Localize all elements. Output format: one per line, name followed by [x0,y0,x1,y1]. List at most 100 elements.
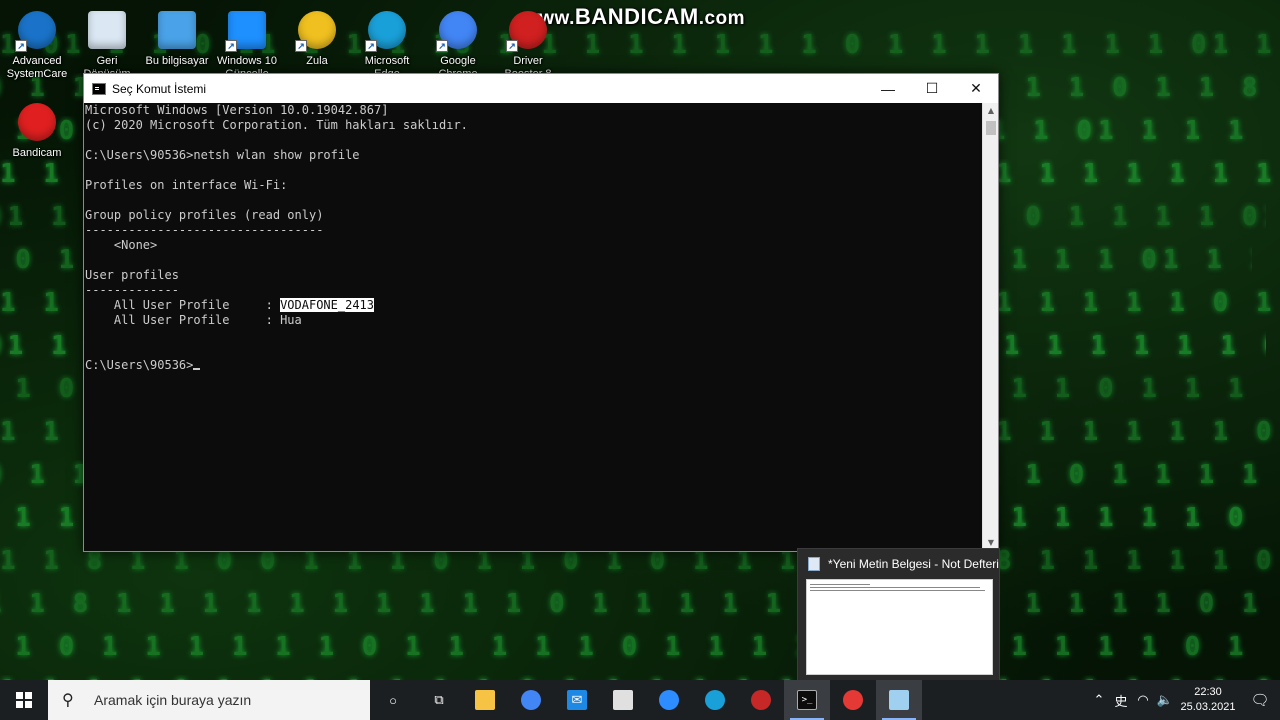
zoom-icon [659,690,679,710]
shortcut-arrow-icon: ↗ [365,40,377,52]
terminal-line: ------------- [85,283,179,297]
taskbar-chrome-button[interactable] [508,680,554,720]
shortcut-arrow-icon: ↗ [436,40,448,52]
taskbar-driver-booster-button[interactable] [738,680,784,720]
cortana-icon: ○ [389,692,397,708]
recycle-bin-icon [85,8,129,52]
maximize-button[interactable]: ☐ [910,74,954,103]
terminal-line: <None> [85,238,158,252]
chrome-icon [521,690,541,710]
desktop-icon[interactable]: ↗Windows 10 Güncelle [212,8,282,81]
selected-text[interactable]: VODAFONE_2413 [280,298,374,312]
advanced-systemcare-icon: ↗ [15,8,59,52]
terminal-line: All User Profile : VODAFONE_2413 [85,298,374,312]
desktop-icon-label: Bu bilgisayar [145,55,209,67]
terminal-line: Group policy profiles (read only) [85,208,324,222]
taskbar-store-button[interactable] [600,680,646,720]
taskbar-edge-button[interactable] [692,680,738,720]
taskbar-bandicam-button[interactable] [830,680,876,720]
shortcut-arrow-icon: ↗ [15,40,27,52]
terminal-line: --------------------------------- [85,223,324,237]
shortcut-arrow-icon: ↗ [225,40,237,52]
desktop-icon[interactable]: Bandicam [2,100,72,160]
window-titlebar[interactable]: Seç Komut İstemi — ☐ ✕ [84,74,998,103]
vertical-scrollbar[interactable]: ▲ ▼ [982,103,998,551]
preview-thumbnail[interactable] [806,579,993,675]
bandicam-icon [15,100,59,144]
terminal-line: (c) 2020 Microsoft Corporation. Tüm hakl… [85,118,468,132]
matrix-digits-row: 1 1 0 1 1 1 1 1 1 0 1 1 1 1 1 0 1 1 1 1 … [0,632,1252,662]
taskbar-mail-button[interactable]: ✉ [554,680,600,720]
notepad-icon [808,557,820,571]
terminal-line: Microsoft Windows [Version 10.0.19042.86… [85,103,389,117]
desktop-icon-label: Zula [306,55,328,67]
taskbar-cortana-button[interactable]: ○ [370,680,416,720]
search-placeholder: Aramak için buraya yazın [94,692,252,708]
file-explorer-icon [475,690,495,710]
desktop-icon-label: Advanced SystemCare [6,55,68,80]
cmd-icon [92,82,106,95]
preview-title: *Yeni Metin Belgesi - Not Defteri [828,557,999,571]
cmd-icon: >_ [797,690,817,710]
search-icon: ⚲ [62,692,74,709]
taskbar-notepad-button[interactable] [876,680,922,720]
shortcut-arrow-icon: ↗ [506,40,518,52]
text-cursor [193,368,201,370]
taskbar-cmd-button[interactable]: >_ [784,680,830,720]
notification-icon[interactable]: 🗨 [1240,691,1280,709]
desktop-icon[interactable]: ↗Google Chrome [423,8,493,81]
command-prompt-window[interactable]: Seç Komut İstemi — ☐ ✕ Microsoft Windows… [83,73,999,552]
wifi-icon[interactable]: ◠ [1132,692,1154,708]
shortcut-arrow-icon: ↗ [295,40,307,52]
desktop-icon[interactable]: ↗Microsoft Edge [352,8,422,81]
show-hidden-icons-icon[interactable]: ⌃ [1088,692,1110,708]
close-button[interactable]: ✕ [954,74,998,103]
terminal-line: User profiles [85,268,179,282]
store-icon [613,690,633,710]
taskbar-file-explorer-button[interactable] [462,680,508,720]
terminal-line: C:\Users\90536>netsh wlan show profile [85,148,360,162]
this-pc-icon [155,8,199,52]
scroll-up-icon[interactable]: ▲ [983,103,999,119]
driver-booster-icon [751,690,771,710]
windows-update-icon: ↗ [225,8,269,52]
terminal-output[interactable]: Microsoft Windows [Version 10.0.19042.86… [84,103,982,551]
zula-icon: ↗ [295,8,339,52]
taskbar-task-view-button[interactable]: ⧉ [416,680,462,720]
desktop-icon[interactable]: ↗ Advanced SystemCare [2,8,72,81]
clock[interactable]: 22:30 25.03.2021 [1176,685,1240,715]
notepad-icon [889,690,909,710]
window-title: Seç Komut İstemi [112,81,207,96]
desktop-icon[interactable]: ↗Driver Booster 8 [493,8,563,81]
desktop-icon-label: Bandicam [12,147,62,159]
matrix-digits-row: 1 1 8 1 1 1 1 1 1 1 1 1 1 0 1 1 1 1 1 1 … [0,589,1266,619]
desktop-icon[interactable]: ↗ Zula [282,8,352,68]
taskbar: ⚲ Aramak için buraya yazın ○ ⧉ ✉ >_ ⌃ 史 ◠ 🔈… [0,680,1280,720]
chrome-icon: ↗ [436,8,480,52]
windows-logo-icon [16,692,32,708]
system-tray: ⌃ 史 ◠ 🔈 22:30 25.03.2021 🗨 [1088,680,1280,720]
terminal-line: Profiles on interface Wi-Fi: [85,178,288,192]
terminal-line: C:\Users\90536> [85,358,982,373]
start-button[interactable] [0,680,48,720]
scroll-thumb[interactable] [986,121,996,135]
minimize-button[interactable]: — [866,74,910,103]
clock-date: 25.03.2021 [1180,701,1236,713]
taskbar-zoom-button[interactable] [646,680,692,720]
task-view-icon: ⧉ [434,692,444,707]
bandicam-icon [843,690,863,710]
search-box[interactable]: ⚲ Aramak için buraya yazın [48,680,370,720]
taskbar-thumbnail-preview[interactable]: *Yeni Metin Belgesi - Not Defteri [797,548,1000,681]
desktop-icon[interactable]: Bu bilgisayar [142,8,212,68]
taskbar-apps: ○ ⧉ ✉ >_ [370,680,922,720]
volume-icon[interactable]: 🔈 [1154,692,1176,708]
driver-booster-icon: ↗ [506,8,550,52]
desktop-icon[interactable]: Geri Dönüşüm [72,8,142,81]
clock-time: 22:30 [1194,686,1222,698]
edge-icon: ↗ [365,8,409,52]
ime-icon[interactable]: 史 [1110,691,1132,710]
